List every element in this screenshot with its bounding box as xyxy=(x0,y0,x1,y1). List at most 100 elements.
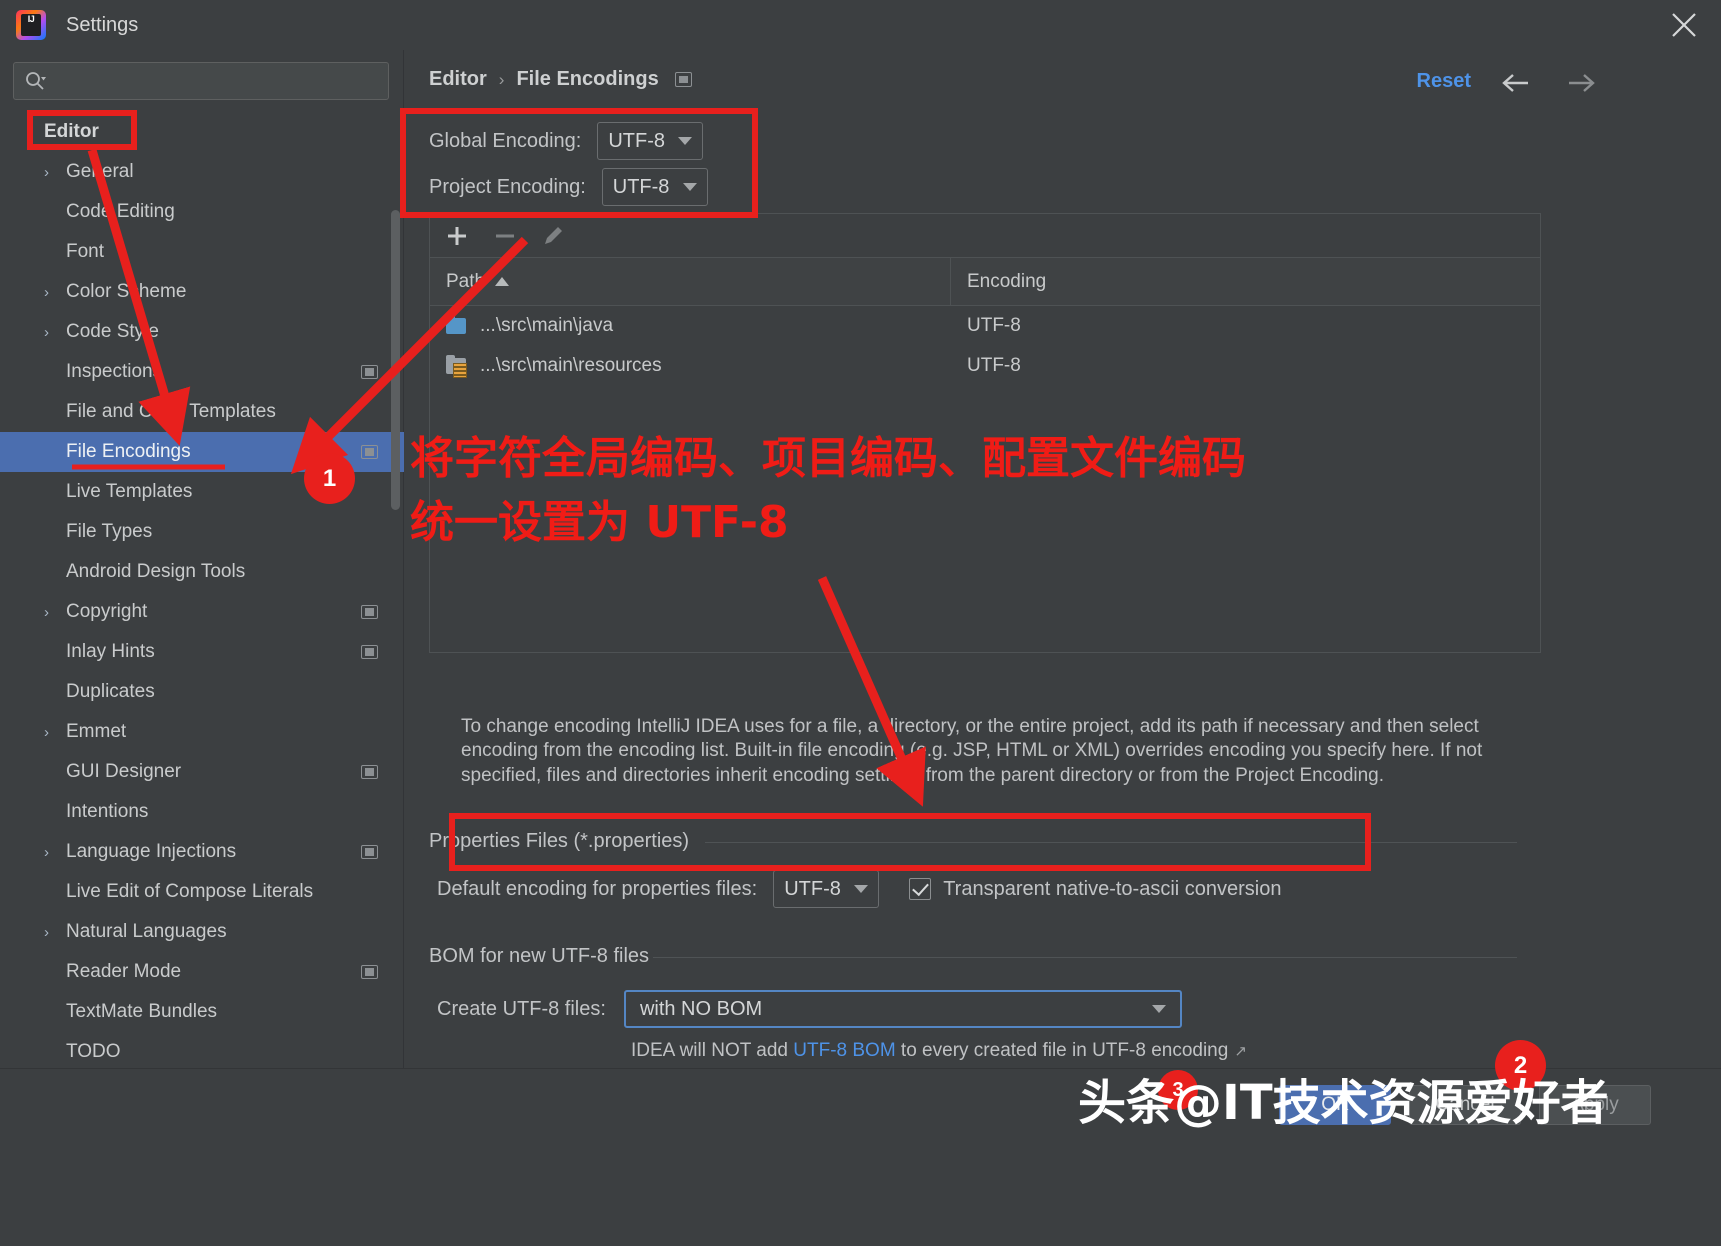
sidebar-item-label: Copyright xyxy=(66,601,148,622)
bom-note-prefix: IDEA will NOT add xyxy=(631,1040,794,1061)
search-input[interactable] xyxy=(13,62,389,100)
arrow-right-icon[interactable] xyxy=(1561,68,1601,98)
chevron-down-icon xyxy=(1151,1005,1166,1013)
folder-source-icon xyxy=(446,315,466,334)
sidebar-item-label: TextMate Bundles xyxy=(66,1001,218,1022)
sidebar-item-label: Intentions xyxy=(66,801,149,822)
project-scope-icon xyxy=(361,965,378,979)
breadcrumb-parent[interactable]: Editor xyxy=(429,68,487,91)
project-scope-icon xyxy=(361,365,378,379)
close-icon[interactable] xyxy=(1667,8,1701,42)
sidebar-item-label: Emmet xyxy=(66,721,127,742)
table-cell-encoding[interactable]: UTF-8 xyxy=(951,355,1540,377)
settings-sidebar: Editor ›General›Code Editing›Font›Color … xyxy=(0,50,404,1068)
default-properties-encoding-label: Default encoding for properties files: xyxy=(437,877,758,900)
create-utf8-files-row: Create UTF-8 files: with NO BOM xyxy=(437,990,1182,1028)
sidebar-item-code-editing[interactable]: ›Code Editing xyxy=(0,192,404,232)
sidebar-item-label: Language Injections xyxy=(66,841,237,862)
sidebar-item-emmet[interactable]: › Emmet xyxy=(0,712,404,752)
project-encoding-label: Project Encoding: xyxy=(429,175,586,198)
project-scope-icon xyxy=(361,645,378,659)
sidebar-item-general[interactable]: › General xyxy=(0,152,404,192)
column-header-encoding[interactable]: Encoding xyxy=(951,258,1540,305)
default-properties-encoding-select[interactable]: UTF-8 xyxy=(773,870,880,908)
chevron-right-icon[interactable]: › xyxy=(44,324,66,341)
sidebar-item-textmate-bundles[interactable]: ›TextMate Bundles xyxy=(0,992,404,1032)
reset-link[interactable]: Reset xyxy=(1417,70,1471,93)
sidebar-item-copyright[interactable]: › Copyright xyxy=(0,592,404,632)
sidebar-item-live-edit-of-compose-literals[interactable]: ›Live Edit of Compose Literals xyxy=(0,872,404,912)
table-cell-path: ...\src\main\resources xyxy=(480,355,662,376)
table-row[interactable]: ...\src\main\resources UTF-8 xyxy=(430,346,1540,386)
properties-section-divider xyxy=(705,842,1517,843)
sidebar-item-label: File Encodings xyxy=(66,441,191,462)
sidebar-item-color-scheme[interactable]: › Color Scheme xyxy=(0,272,404,312)
chevron-right-icon[interactable]: › xyxy=(44,164,66,181)
sidebar-item-inlay-hints[interactable]: ›Inlay Hints xyxy=(0,632,404,672)
sidebar-item-label: File and Code Templates xyxy=(66,401,276,422)
chevron-right-icon[interactable]: › xyxy=(44,604,66,621)
sidebar-scroll-thumb[interactable] xyxy=(391,210,400,510)
column-header-path[interactable]: Path xyxy=(430,258,951,305)
sidebar-item-label: Android Design Tools xyxy=(66,561,246,582)
bom-section-divider xyxy=(653,957,1517,958)
bom-note: IDEA will NOT add UTF-8 BOM to every cre… xyxy=(631,1040,1247,1062)
table-body: ...\src\main\java UTF-8 ...\src\main\resou… xyxy=(430,306,1540,386)
utf8-bom-link[interactable]: UTF-8 BOM xyxy=(793,1040,895,1061)
sort-ascending-icon xyxy=(495,277,510,286)
sidebar-item-language-injections[interactable]: › Language Injections xyxy=(0,832,404,872)
sidebar-item-label: Live Edit of Compose Literals xyxy=(66,881,314,902)
sidebar-item-android-design-tools[interactable]: ›Android Design Tools xyxy=(0,552,404,592)
breadcrumb-current: File Encodings xyxy=(516,68,659,90)
project-encoding-select[interactable]: UTF-8 xyxy=(601,168,708,206)
arrow-left-icon[interactable] xyxy=(1496,68,1536,98)
annotation-badge-1: 1 xyxy=(304,453,355,504)
annotation-chinese-line1: 将字符全局编码、项目编码、配置文件编码 xyxy=(410,433,1246,484)
chevron-right-icon[interactable]: › xyxy=(44,724,66,741)
column-label-encoding: Encoding xyxy=(967,270,1047,292)
column-label-path: Path xyxy=(446,270,486,292)
chevron-right-icon[interactable]: › xyxy=(44,844,66,861)
sidebar-item-intentions[interactable]: ›Intentions xyxy=(0,792,404,832)
sidebar-item-code-style[interactable]: › Code Style xyxy=(0,312,404,352)
global-encoding-select[interactable]: UTF-8 xyxy=(597,122,704,160)
apply-button[interactable]: Apply xyxy=(1539,1085,1651,1125)
sidebar-item-label: Font xyxy=(66,241,105,262)
project-scope-icon xyxy=(361,605,378,619)
sidebar-item-todo[interactable]: ›TODO xyxy=(0,1032,404,1068)
ok-button[interactable]: OK xyxy=(1279,1085,1391,1125)
sidebar-item-font[interactable]: ›Font xyxy=(0,232,404,272)
sidebar-scrollbar[interactable] xyxy=(391,170,400,1000)
pencil-icon[interactable] xyxy=(540,223,566,249)
sidebar-item-reader-mode[interactable]: ›Reader Mode xyxy=(0,952,404,992)
annotation-badge-2: 2 xyxy=(1495,1040,1546,1091)
sidebar-item-gui-designer[interactable]: ›GUI Designer xyxy=(0,752,404,792)
create-utf8-files-select[interactable]: with NO BOM xyxy=(623,990,1182,1028)
table-header-row: Path Encoding xyxy=(430,258,1540,306)
logo-text: IJ xyxy=(27,14,35,24)
transparent-native-to-ascii-checkbox[interactable]: Transparent native-to-ascii conversion xyxy=(909,878,1282,901)
default-properties-encoding-row: Default encoding for properties files: U… xyxy=(437,870,1282,908)
chevron-right-icon[interactable]: › xyxy=(44,284,66,301)
checkbox-indicator xyxy=(909,878,932,900)
search-field[interactable] xyxy=(46,70,388,92)
add-path-button[interactable] xyxy=(444,223,470,249)
chevron-down-icon xyxy=(678,137,693,145)
project-encoding-value: UTF-8 xyxy=(612,175,670,198)
sidebar-item-duplicates[interactable]: ›Duplicates xyxy=(0,672,404,712)
table-row[interactable]: ...\src\main\java UTF-8 xyxy=(430,306,1540,346)
global-encoding-label: Global Encoding: xyxy=(429,129,582,152)
annotation-chinese-line2: 统一设置为 UTF-8 xyxy=(410,497,789,548)
sidebar-root-editor[interactable]: Editor xyxy=(0,112,404,152)
sidebar-item-label: General xyxy=(66,161,134,182)
sidebar-item-inspections[interactable]: ›Inspections xyxy=(0,352,404,392)
sidebar-item-natural-languages[interactable]: › Natural Languages xyxy=(0,912,404,952)
remove-path-button[interactable] xyxy=(492,223,518,249)
title-bar: IJ Settings xyxy=(0,0,1721,50)
cancel-button[interactable]: Cancel xyxy=(1409,1085,1521,1125)
chevron-right-icon[interactable]: › xyxy=(44,924,66,941)
sidebar-item-file-and-code-templates[interactable]: ›File and Code Templates xyxy=(0,392,404,432)
sidebar-item-file-types[interactable]: ›File Types xyxy=(0,512,404,552)
table-cell-encoding[interactable]: UTF-8 xyxy=(951,315,1540,337)
project-scope-icon xyxy=(361,845,378,859)
